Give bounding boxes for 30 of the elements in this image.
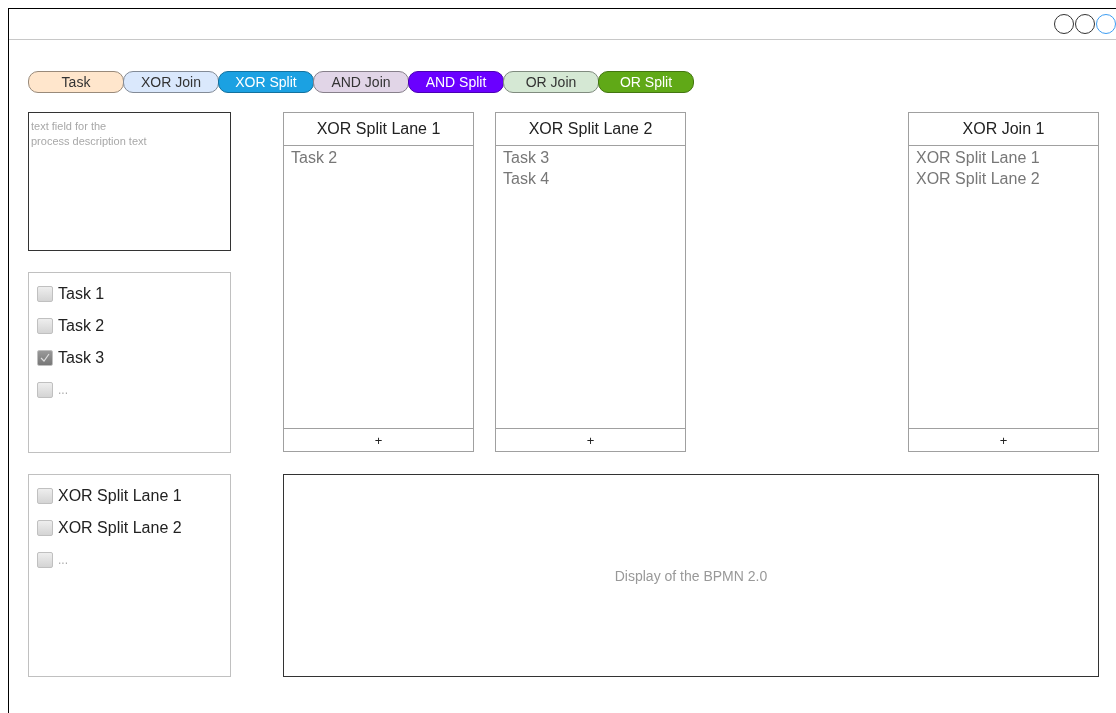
lane-item[interactable]: Task 3 [503, 147, 550, 168]
lane-title: XOR Split Lane 2 [496, 113, 685, 146]
checkbox-label: XOR Split Lane 2 [58, 519, 182, 537]
palette-chip[interactable]: Task [28, 71, 124, 93]
checkbox-label: Task 2 [58, 317, 105, 335]
display-text: Display of the BPMN 2.0 [614, 567, 768, 584]
palette-chip[interactable]: AND Join [313, 71, 409, 93]
checkbox-label: XOR Split Lane 1 [58, 487, 182, 505]
palette-chip[interactable]: OR Join [503, 71, 599, 93]
lane-item[interactable]: XOR Split Lane 2 [916, 168, 1040, 189]
lane-title: XOR Join 1 [909, 113, 1098, 146]
palette-chip[interactable]: AND Split [408, 71, 504, 93]
checkbox[interactable] [37, 382, 53, 398]
checkbox[interactable] [37, 488, 53, 504]
checkbox[interactable] [37, 318, 53, 334]
lane-title: XOR Split Lane 1 [284, 113, 473, 146]
description-field[interactable]: text field for the process description text [28, 112, 231, 251]
lane-item[interactable]: XOR Split Lane 1 [916, 147, 1040, 168]
checkbox[interactable] [37, 520, 53, 536]
check-icon [39, 352, 51, 364]
checkbox-label: ... [58, 383, 68, 397]
checkbox-label: ... [58, 553, 68, 567]
lane-item[interactable]: Task 2 [291, 147, 338, 168]
palette-chip[interactable]: XOR Join [123, 71, 219, 93]
checkbox[interactable] [37, 552, 53, 568]
checkbox-label: Task 3 [58, 349, 105, 367]
lane-item[interactable]: Task 4 [503, 168, 550, 189]
checkbox[interactable] [37, 350, 53, 366]
checkbox[interactable] [37, 286, 53, 302]
checkbox-label: Task 1 [58, 285, 105, 303]
